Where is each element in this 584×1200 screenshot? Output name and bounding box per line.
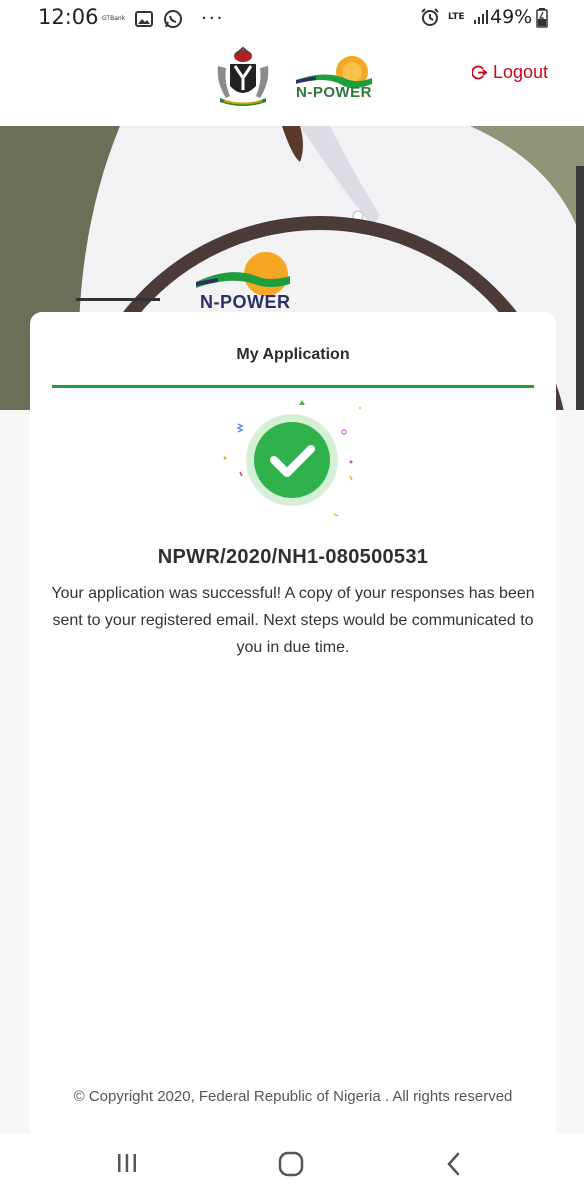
title-underline bbox=[52, 385, 534, 388]
signal-icon bbox=[473, 10, 488, 24]
logout-button[interactable]: Logout bbox=[472, 62, 548, 83]
system-navigation-bar bbox=[0, 1133, 584, 1200]
battery-percentage: 49% bbox=[490, 6, 533, 28]
bank-notification-icon: GTBank bbox=[102, 15, 125, 22]
status-bar: 12:06 GTBank ··· LTE 49% bbox=[0, 0, 584, 34]
notification-icons: GTBank ··· bbox=[102, 8, 224, 29]
application-card: My Application NPWR/2020/NH1-080500531 Y… bbox=[30, 312, 556, 1142]
status-time: 12:06 bbox=[38, 5, 99, 29]
card-title: My Application bbox=[236, 346, 350, 363]
success-message: Your application was successful! A copy … bbox=[51, 585, 535, 656]
battery-icon bbox=[536, 8, 548, 28]
home-icon[interactable] bbox=[278, 1151, 304, 1177]
logo-text: N-POWER bbox=[296, 84, 372, 101]
success-illustration bbox=[223, 400, 361, 517]
bank-label: GTBank bbox=[102, 15, 126, 22]
system-icons: LTE bbox=[420, 7, 491, 27]
alarm-icon bbox=[421, 8, 439, 26]
board-logo-text: N-POWER bbox=[200, 292, 291, 312]
back-icon[interactable] bbox=[444, 1151, 464, 1177]
coat-of-arms-logo bbox=[217, 46, 269, 106]
app-header: N-POWER Logout bbox=[0, 34, 584, 126]
whatsapp-icon bbox=[164, 9, 183, 28]
copyright-text: © Copyright 2020, Federal Republic of Ni… bbox=[73, 1088, 513, 1105]
logout-icon bbox=[472, 65, 487, 80]
application-number: NPWR/2020/NH1-080500531 bbox=[157, 546, 429, 568]
gallery-icon bbox=[135, 10, 154, 27]
recent-apps-icon[interactable] bbox=[115, 1151, 139, 1175]
more-notifications-icon: ··· bbox=[201, 8, 225, 29]
logout-label: Logout bbox=[493, 62, 549, 82]
network-type: LTE bbox=[448, 12, 465, 22]
